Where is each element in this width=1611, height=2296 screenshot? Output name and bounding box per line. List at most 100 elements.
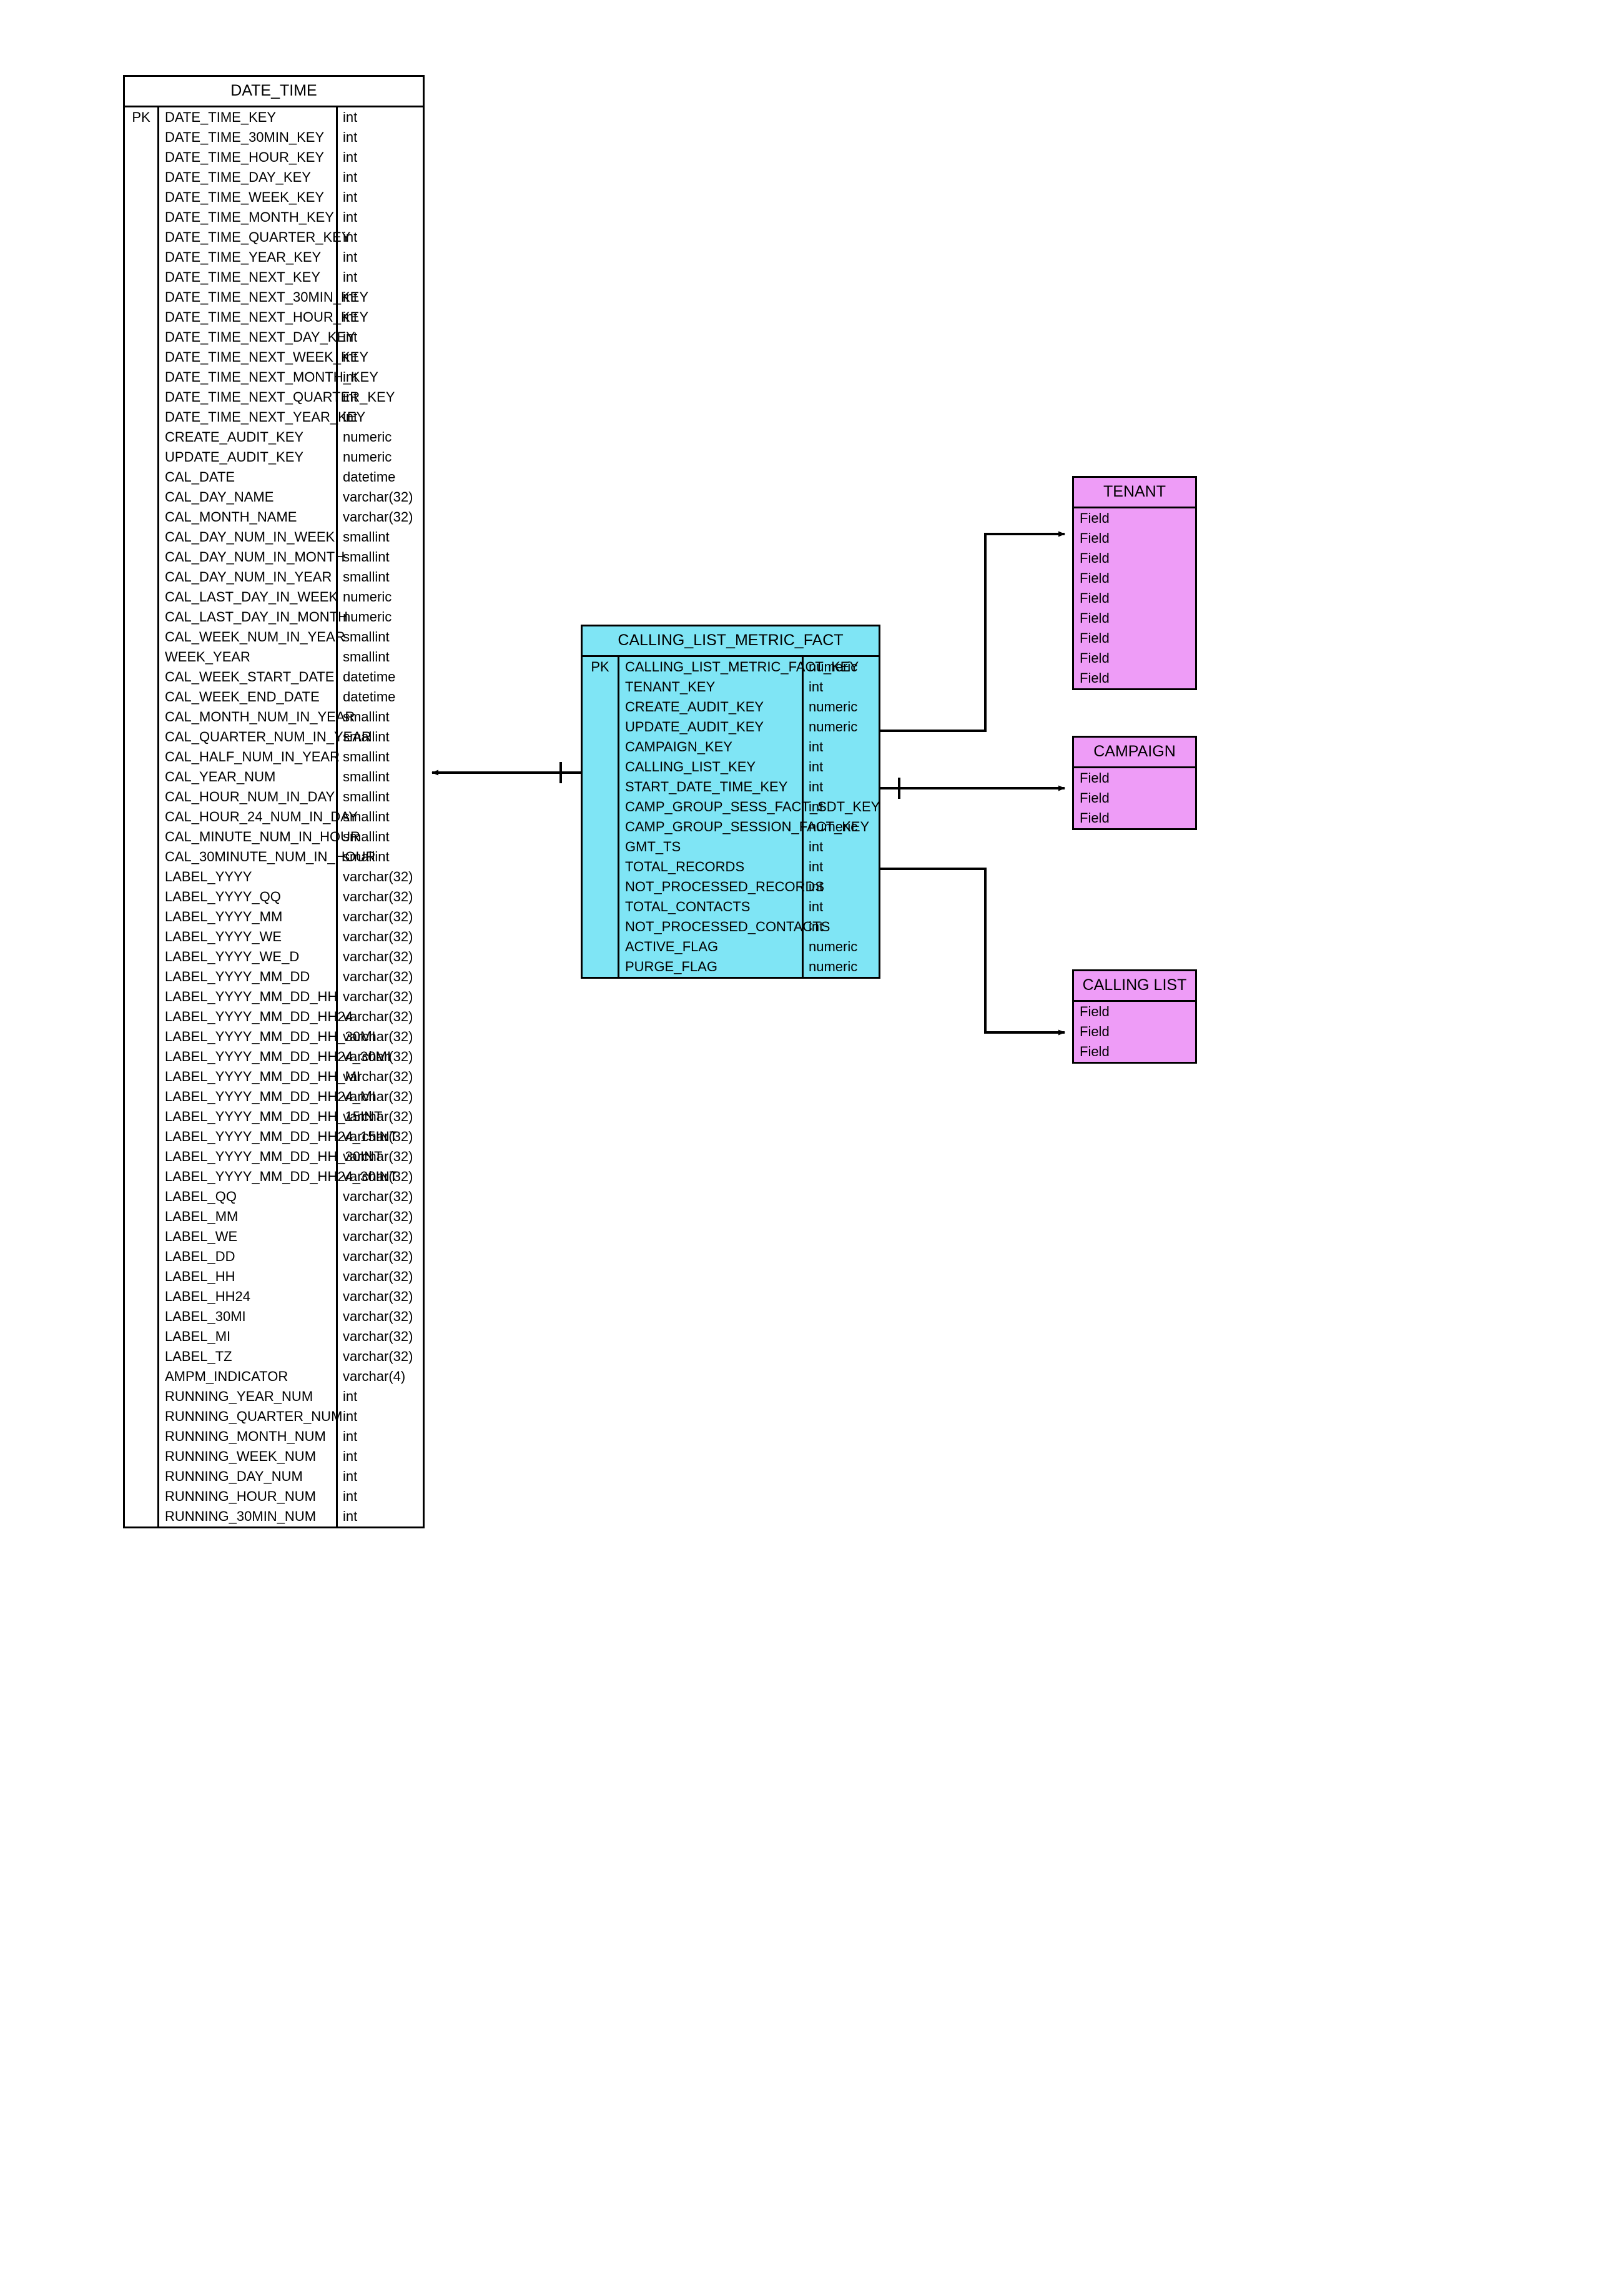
entity-column-row: LABEL_YYYY_MM_DD varchar(32) bbox=[125, 967, 423, 987]
column-name: ACTIVE_FLAG bbox=[625, 939, 719, 954]
entity-column-row: Field bbox=[1074, 808, 1195, 828]
entity-column-row: CAL_MONTH_NUM_IN_YEAR smallint bbox=[125, 707, 423, 727]
column-datatype: varchar(32) bbox=[336, 887, 423, 907]
column-datatype: varchar(32) bbox=[336, 907, 423, 927]
column-pk-marker bbox=[125, 647, 159, 667]
column-pk-marker bbox=[125, 1087, 159, 1107]
column-pk-marker bbox=[583, 917, 619, 937]
column-datatype: int bbox=[336, 207, 423, 227]
column-pk-marker bbox=[125, 247, 159, 267]
column-pk-marker bbox=[583, 717, 619, 737]
column-datatype: varchar(32) bbox=[336, 1087, 423, 1107]
column-name: RUNNING_WEEK_NUM bbox=[165, 1448, 317, 1464]
entity-column-row: Field bbox=[1074, 768, 1195, 788]
column-datatype: datetime bbox=[336, 667, 423, 687]
column-name: CAL_DATE bbox=[165, 469, 235, 485]
entity-column-row: CAL_MINUTE_NUM_IN_HOUR smallint bbox=[125, 827, 423, 847]
entity-date-time[interactable]: DATE_TIME PK DATE_TIME_KEY int DATE_TIME_30… bbox=[123, 75, 425, 1528]
column-name: TOTAL_RECORDS bbox=[625, 859, 745, 874]
entity-column-row: RUNNING_YEAR_NUM int bbox=[125, 1387, 423, 1407]
entity-column-row: CAL_30MINUTE_NUM_IN_HOUR smallint bbox=[125, 847, 423, 867]
entity-date-time-title: DATE_TIME bbox=[125, 77, 423, 107]
entity-column-row: AMPM_INDICATOR varchar(4) bbox=[125, 1367, 423, 1387]
entity-campaign-title: CAMPAIGN bbox=[1074, 738, 1195, 768]
entity-tenant[interactable]: TENANT Field Field Field Field Field Field Fie… bbox=[1072, 476, 1197, 690]
entity-column-row: DATE_TIME_QUARTER_KEY int bbox=[125, 227, 423, 247]
entity-column-row: LABEL_YYYY_MM_DD_HH_30INT varchar(32) bbox=[125, 1147, 423, 1167]
column-name: Field bbox=[1080, 630, 1110, 646]
column-datatype: int bbox=[336, 147, 423, 167]
column-name: Field bbox=[1080, 810, 1110, 826]
column-name: CAMP_GROUP_SESS_FACT_SDT_KEY bbox=[625, 799, 880, 814]
column-datatype: numeric bbox=[336, 607, 423, 627]
column-name: LABEL_DD bbox=[165, 1249, 235, 1264]
column-name: LABEL_YYYY_WE_D bbox=[165, 949, 300, 964]
column-datatype: int bbox=[336, 327, 423, 347]
column-pk-marker bbox=[125, 407, 159, 427]
entity-calling-list-metric-fact[interactable]: CALLING_LIST_METRIC_FACT PK CALLING_LIST_… bbox=[581, 625, 880, 979]
column-name: CAL_LAST_DAY_IN_MONTH bbox=[165, 609, 348, 625]
column-name: CAL_HOUR_NUM_IN_DAY bbox=[165, 789, 335, 804]
entity-column-row: RUNNING_HOUR_NUM int bbox=[125, 1487, 423, 1507]
column-pk-marker bbox=[125, 367, 159, 387]
column-name: CALLING_LIST_METRIC_FACT_KEY bbox=[625, 659, 859, 675]
column-name: DATE_TIME_HOUR_KEY bbox=[165, 149, 325, 165]
column-datatype: varchar(32) bbox=[336, 1247, 423, 1267]
entity-column-row: CAL_LAST_DAY_IN_MONTH numeric bbox=[125, 607, 423, 627]
column-datatype: varchar(32) bbox=[336, 1347, 423, 1367]
column-pk-marker bbox=[125, 1467, 159, 1487]
column-pk-marker bbox=[125, 1387, 159, 1407]
column-pk-marker bbox=[125, 1067, 159, 1087]
entity-column-row: CAL_YEAR_NUM smallint bbox=[125, 767, 423, 787]
column-name: PURGE_FLAG bbox=[625, 959, 717, 974]
column-datatype: smallint bbox=[336, 747, 423, 767]
column-datatype: int bbox=[336, 1507, 423, 1527]
entity-column-row: TOTAL_RECORDS int bbox=[583, 857, 879, 877]
column-name: LABEL_HH24 bbox=[165, 1289, 250, 1304]
column-datatype: int bbox=[336, 407, 423, 427]
column-pk-marker bbox=[125, 1447, 159, 1467]
entity-column-row: ACTIVE_FLAG numeric bbox=[583, 937, 879, 957]
column-name: DATE_TIME_NEXT_KEY bbox=[165, 269, 320, 285]
entity-column-row: LABEL_YYYY_MM_DD_HH24_30INT varchar(32) bbox=[125, 1167, 423, 1187]
column-name: CAL_LAST_DAY_IN_WEEK bbox=[165, 589, 338, 605]
column-datatype: int bbox=[336, 107, 423, 127]
column-name: CAL_WEEK_NUM_IN_YEAR bbox=[165, 629, 345, 645]
column-datatype: int bbox=[802, 897, 879, 917]
column-pk-marker bbox=[125, 667, 159, 687]
entity-column-row: CAL_HOUR_24_NUM_IN_DAY smallint bbox=[125, 807, 423, 827]
column-datatype: int bbox=[802, 877, 879, 897]
entity-column-row: DATE_TIME_NEXT_DAY_KEY int bbox=[125, 327, 423, 347]
entity-column-row: RUNNING_WEEK_NUM int bbox=[125, 1447, 423, 1467]
column-datatype: varchar(32) bbox=[336, 487, 423, 507]
column-datatype: numeric bbox=[336, 587, 423, 607]
column-pk-marker bbox=[125, 767, 159, 787]
column-datatype: int bbox=[336, 347, 423, 367]
column-pk-marker bbox=[125, 447, 159, 467]
column-pk-marker bbox=[125, 287, 159, 307]
column-datatype: varchar(32) bbox=[336, 987, 423, 1007]
entity-column-row: CAL_WEEK_START_DATE datetime bbox=[125, 667, 423, 687]
column-datatype: datetime bbox=[336, 467, 423, 487]
column-datatype: varchar(32) bbox=[336, 1007, 423, 1027]
column-name: CAL_DAY_NUM_IN_MONTH bbox=[165, 549, 345, 565]
column-pk-marker bbox=[125, 207, 159, 227]
column-datatype: numeric bbox=[802, 697, 879, 717]
entity-campaign[interactable]: CAMPAIGN Field Field Field bbox=[1072, 736, 1197, 830]
column-name: CAL_DAY_NAME bbox=[165, 489, 274, 505]
entity-column-row: Field bbox=[1074, 668, 1195, 688]
column-name: DATE_TIME_NEXT_30MIN_KEY bbox=[165, 289, 369, 305]
column-pk-marker bbox=[125, 827, 159, 847]
entity-calling-list[interactable]: CALLING LIST Field Field Field bbox=[1072, 969, 1197, 1064]
column-datatype: int bbox=[336, 247, 423, 267]
column-name: DATE_TIME_MONTH_KEY bbox=[165, 209, 334, 225]
column-pk-marker bbox=[125, 787, 159, 807]
column-pk-marker: PK bbox=[583, 657, 619, 677]
entity-column-row: DATE_TIME_NEXT_YEAR_KEY int bbox=[125, 407, 423, 427]
column-pk-marker bbox=[125, 467, 159, 487]
entity-column-row: CAL_DATE datetime bbox=[125, 467, 423, 487]
entity-column-row: DATE_TIME_NEXT_MONTH_KEY int bbox=[125, 367, 423, 387]
column-name: LABEL_QQ bbox=[165, 1189, 237, 1204]
column-datatype: varchar(32) bbox=[336, 1027, 423, 1047]
column-name: CAL_MONTH_NAME bbox=[165, 509, 297, 525]
